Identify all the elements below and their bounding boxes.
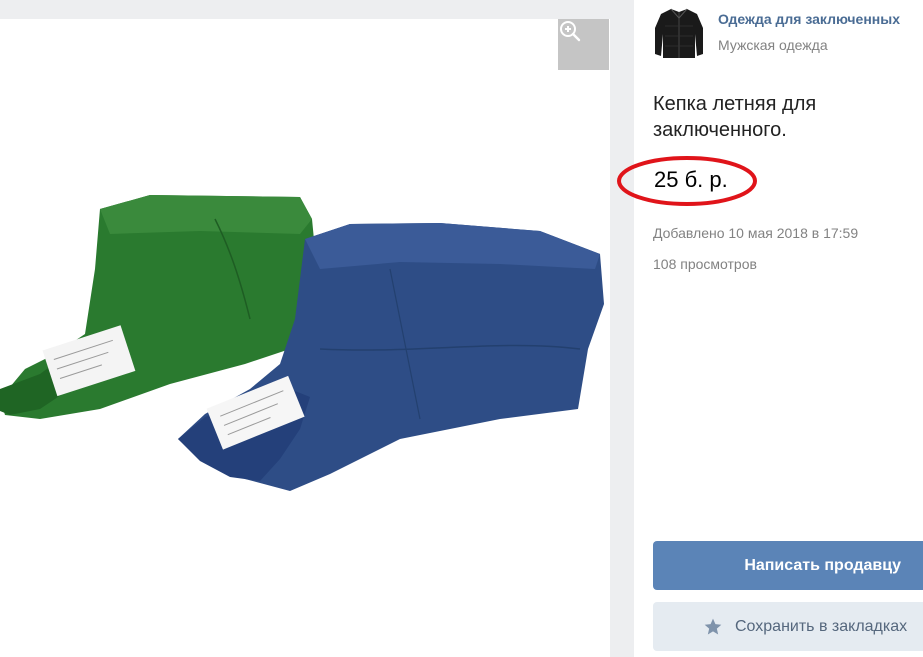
product-info-panel: Одежда для заключенных Мужская одежда Ке… [617,0,923,657]
zoom-in-icon [560,21,581,42]
product-price: 25 б. р. [654,167,728,192]
view-count: 108 просмотров [653,256,757,272]
save-bookmark-label: Сохранить в закладках [735,617,908,635]
product-photo[interactable] [0,19,610,657]
seller-avatar[interactable] [653,6,705,60]
caps-illustration [0,195,604,491]
star-icon [704,618,722,634]
jacket-icon [655,8,703,58]
zoom-button[interactable] [558,19,609,70]
seller-name-link[interactable]: Одежда для заключенных [718,11,900,27]
message-seller-button[interactable]: Написать продавцу [653,541,923,590]
product-title: Кепка летняя для заключенного. [653,93,817,141]
save-bookmark-button[interactable]: Сохранить в закладках [653,602,923,651]
seller-category[interactable]: Мужская одежда [718,37,828,53]
added-date: Добавлено 10 мая 2018 в 17:59 [653,225,859,241]
message-seller-label: Написать продавцу [744,556,901,574]
market-item-page: Одежда для заключенных Мужская одежда Ке… [0,0,923,657]
price-highlight: 25 б. р. [616,155,758,207]
